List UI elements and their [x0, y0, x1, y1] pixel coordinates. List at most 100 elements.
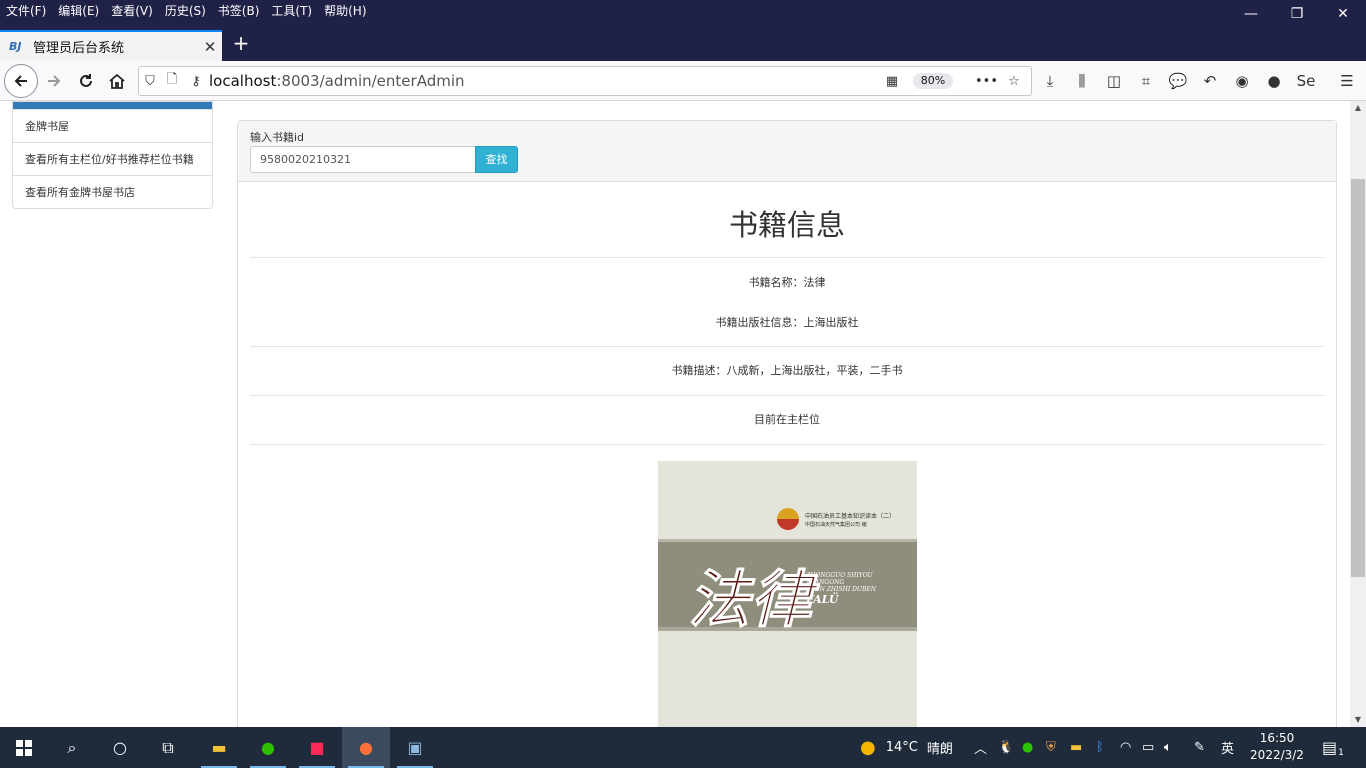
- security-tray-icon[interactable]: ⛨: [1046, 727, 1056, 768]
- restore-button[interactable]: ❐: [1274, 0, 1320, 28]
- book-cover-image: 中国石油员工基本知识读本（二） 中国石油天然气集团公司 编 ZHONGGUO S…: [658, 461, 917, 727]
- forward-button[interactable]: [38, 65, 70, 97]
- scrollbar-thumb[interactable]: [1351, 179, 1365, 577]
- menu-list: 文件(F) 编辑(E) 查看(V) 历史(S) 书签(B) 工具(T) 帮助(H…: [6, 2, 367, 19]
- start-button[interactable]: [0, 727, 48, 768]
- page-scrollbar[interactable]: ▲ ▼: [1350, 101, 1366, 727]
- ime-indicator[interactable]: 英: [1221, 727, 1234, 768]
- sidebar-item-main-column-books[interactable]: 查看所有主栏位/好书推荐栏位书籍: [13, 142, 212, 175]
- notification-count: 1: [1338, 747, 1344, 758]
- home-button[interactable]: [101, 65, 133, 97]
- taskbar: ⌕ ○ ⧉ ▬ ● ■ ● ▣ ● 14°C 晴朗 ︿ 🐧 ● ⛨ ▬ ᛒ ◠ …: [0, 727, 1366, 768]
- cover-pinyin-1: ZHONGGUO SHIYOU: [805, 572, 874, 579]
- book-status: 目前在主栏位: [250, 396, 1324, 445]
- library-icon[interactable]: ⫼: [1072, 72, 1092, 90]
- bookmark-star-icon[interactable]: ☆: [1003, 74, 1025, 89]
- book-description: 书籍描述：八成新，上海出版社，平装，二手书: [250, 347, 1324, 396]
- file-explorer-icon[interactable]: ▬: [195, 727, 243, 768]
- chat-icon[interactable]: 💬: [1168, 72, 1188, 90]
- shield-icon: ⛉: [145, 73, 155, 89]
- close-window-button[interactable]: ✕: [1320, 0, 1366, 28]
- site-favicon-icon: BJ: [9, 40, 22, 53]
- page-icon: 🗋: [166, 72, 178, 87]
- volume-icon[interactable]: 🔈︎: [1164, 727, 1172, 768]
- menu-history[interactable]: 历史(S): [165, 2, 206, 19]
- search-taskbar-icon[interactable]: ⌕: [48, 727, 96, 768]
- forward-arrow-icon: [48, 75, 61, 87]
- book-cover-graphic: 中国石油员工基本知识读本（二） 中国石油天然气集团公司 编 ZHONGGUO S…: [658, 461, 917, 727]
- extension-icon[interactable]: ●: [1264, 72, 1284, 90]
- temperature: 14°C: [885, 740, 918, 755]
- intellij-icon[interactable]: ■: [293, 727, 341, 768]
- url-path: :8003/admin/enterAdmin: [276, 72, 465, 90]
- cortana-icon[interactable]: ○: [96, 727, 144, 768]
- pen-icon[interactable]: ✎: [1194, 727, 1205, 768]
- hamburger-menu-icon[interactable]: ☰: [1337, 72, 1357, 90]
- menu-edit[interactable]: 编辑(E): [58, 2, 99, 19]
- page-actions-icon[interactable]: •••: [975, 74, 998, 89]
- account-icon[interactable]: ◉: [1232, 72, 1252, 90]
- bluetooth-icon[interactable]: ᛒ: [1096, 727, 1104, 768]
- wechat-icon[interactable]: ●: [244, 727, 292, 768]
- battery-icon[interactable]: ▭: [1142, 727, 1154, 768]
- book-name: 书籍名称：法律: [748, 276, 826, 289]
- image-viewer-icon[interactable]: ▣: [391, 727, 439, 768]
- zoom-level[interactable]: 80%: [913, 73, 953, 89]
- menu-view[interactable]: 查看(V): [111, 2, 153, 19]
- key-icon: ⚷: [191, 73, 201, 89]
- tab-admin[interactable]: BJ 管理员后台系统 ✕: [0, 30, 222, 61]
- url-host: localhost: [209, 72, 277, 90]
- qq-tray-icon[interactable]: 🐧: [998, 727, 1014, 768]
- nav-bar: ⛉ 🗋 ⚷ localhost:8003/admin/enterAdmin ▦ …: [0, 61, 1366, 101]
- windows-logo-icon: [16, 739, 32, 756]
- download-icon[interactable]: ⤓: [1040, 72, 1060, 90]
- book-id-input[interactable]: [250, 146, 476, 173]
- cover-title-chars: 法律: [688, 563, 820, 636]
- notification-center-button[interactable]: ▤ 1: [1322, 727, 1344, 768]
- menu-file[interactable]: 文件(F): [6, 2, 46, 19]
- reload-button[interactable]: [70, 65, 102, 97]
- task-view-icon[interactable]: ⧉: [144, 727, 192, 768]
- tab-close-icon[interactable]: ✕: [198, 38, 222, 56]
- menu-tools[interactable]: 工具(T): [271, 2, 312, 19]
- tray-expand-icon[interactable]: ︿: [974, 727, 987, 768]
- search-panel: 输入书籍id 查找: [238, 121, 1336, 182]
- weather-widget[interactable]: ● 14°C 晴朗: [860, 727, 953, 768]
- wifi-icon[interactable]: ◠: [1120, 727, 1131, 768]
- back-arrow-icon: [14, 75, 27, 87]
- sidebar-item-gold-stores[interactable]: 查看所有金牌书屋书店: [13, 175, 212, 208]
- clock[interactable]: 16:50 2022/3/2: [1244, 730, 1310, 764]
- reload-icon: [80, 74, 92, 87]
- scroll-down-icon[interactable]: ▼: [1350, 713, 1366, 727]
- folder-tray-icon[interactable]: ▬: [1070, 727, 1082, 768]
- tab-title: 管理员后台系统: [33, 41, 125, 56]
- cover-pinyin-3: JIBEN ZHISHI DUBEN: [804, 586, 877, 593]
- sidebar-item-gold-bookstore[interactable]: 金牌书屋: [13, 109, 212, 142]
- scroll-up-icon[interactable]: ▲: [1350, 101, 1366, 115]
- selenium-icon[interactable]: Se: [1296, 72, 1316, 90]
- back-button[interactable]: [4, 64, 38, 98]
- menu-bookmarks[interactable]: 书签(B): [218, 2, 260, 19]
- search-button[interactable]: 查找: [475, 146, 518, 173]
- firefox-icon[interactable]: ●: [342, 727, 390, 768]
- crop-icon[interactable]: ⌗: [1136, 72, 1156, 90]
- page-content: 金牌书屋 查看所有主栏位/好书推荐栏位书籍 查看所有金牌书屋书店 输入书籍id …: [0, 101, 1350, 727]
- sidebar-icon[interactable]: ◫: [1104, 72, 1124, 90]
- sidebar-active-bar: [13, 102, 212, 109]
- minimize-button[interactable]: —: [1228, 0, 1274, 28]
- sun-icon: ●: [860, 737, 876, 758]
- wechat-tray-icon[interactable]: ●: [1022, 727, 1033, 768]
- home-icon: [109, 73, 125, 89]
- menu-bar: 文件(F) 编辑(E) 查看(V) 历史(S) 书签(B) 工具(T) 帮助(H…: [0, 0, 1366, 28]
- sidebar: 金牌书屋 查看所有主栏位/好书推荐栏位书籍 查看所有金牌书屋书店: [12, 101, 213, 209]
- weather-text: 晴朗: [926, 742, 953, 757]
- qr-code-icon[interactable]: ▦: [881, 74, 903, 89]
- menu-help[interactable]: 帮助(H): [324, 2, 366, 19]
- book-info: 书籍信息 书籍名称：法律 书籍出版社信息：上海出版社 书籍描述：八成新，上海出版…: [250, 182, 1324, 445]
- search-label: 输入书籍id: [250, 131, 305, 144]
- new-tab-button[interactable]: +: [229, 32, 253, 56]
- url-bar[interactable]: ⛉ 🗋 ⚷ localhost:8003/admin/enterAdmin ▦ …: [138, 66, 1032, 96]
- clock-date: 2022/3/2: [1250, 748, 1304, 762]
- tab-bar: BJ 管理员后台系统 ✕: [0, 28, 1366, 61]
- undo-icon[interactable]: ↶: [1200, 72, 1220, 90]
